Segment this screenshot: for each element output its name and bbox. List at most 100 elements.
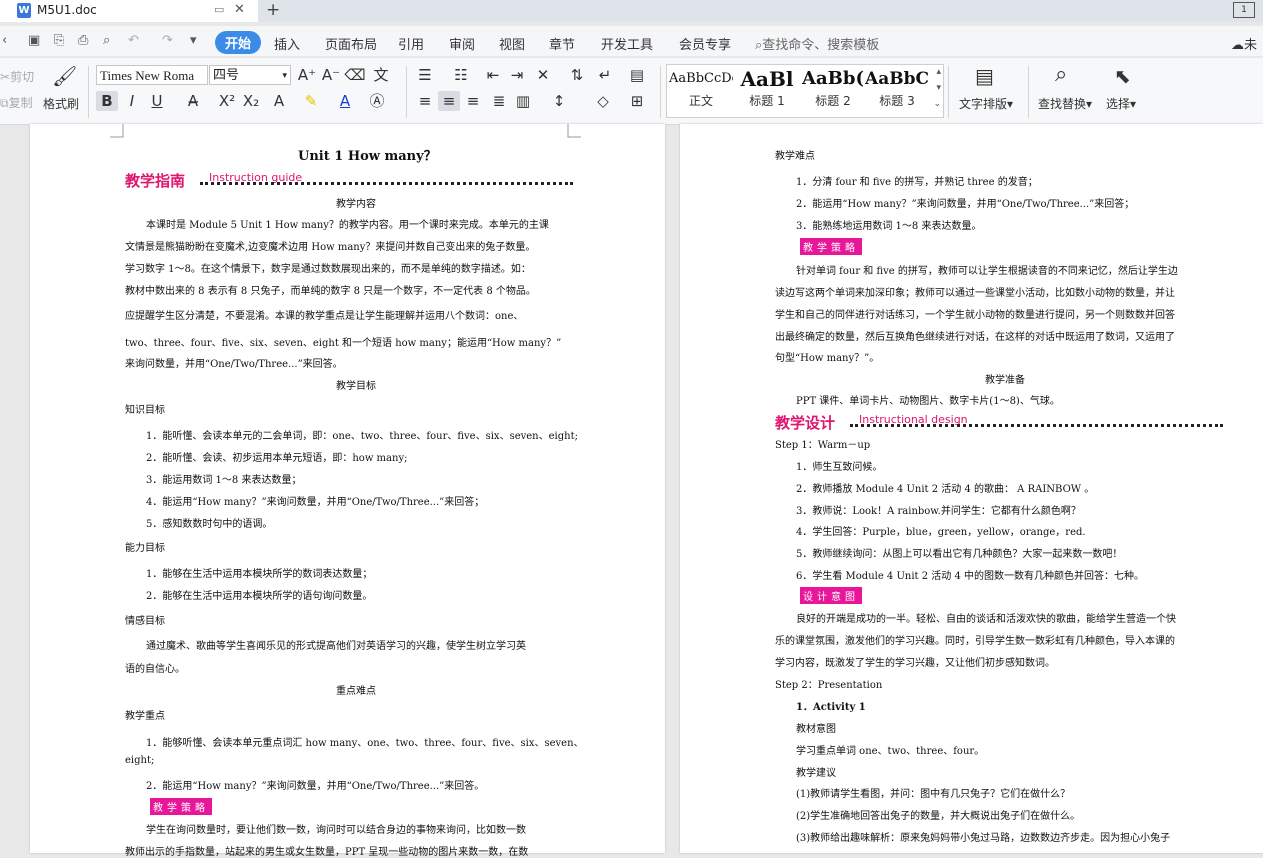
- undo-icon[interactable]: ↶: [128, 34, 142, 48]
- list-item: (3)教师给出趣味解析：原来兔妈妈带小兔过马路，边数数边齐步走。因为担心小兔子: [796, 833, 1171, 844]
- export-icon[interactable]: ⎘: [54, 34, 68, 48]
- quick-access-dropdown-icon[interactable]: ▾: [190, 34, 204, 48]
- format-painter-label[interactable]: 格式刷: [43, 95, 79, 112]
- paragraph-line: 学习内容，既激发了学生的学习兴趣，又让他们初步感知数词。: [775, 658, 1055, 669]
- align-left-icon[interactable]: ≡: [414, 91, 436, 111]
- list-item: 5．感知数数时句中的语调。: [146, 519, 273, 530]
- align-right-icon[interactable]: ≡: [462, 91, 484, 111]
- paragraph-line: 通过魔术、歌曲等学生喜闻乐见的形式提高他们对英语学习的兴趣，使学生树立学习英: [146, 641, 526, 652]
- magnifier-icon[interactable]: ⌕: [1055, 62, 1067, 87]
- copy-button[interactable]: ⧉复制: [0, 94, 33, 111]
- print-preview-icon[interactable]: ⌕: [103, 34, 117, 48]
- increase-indent-icon[interactable]: ⇥: [506, 65, 528, 85]
- word-doc-icon: W: [17, 3, 31, 18]
- list-item: 1．师生互致问候。: [796, 462, 883, 473]
- paragraph-line: PPT 课件、单词卡片、动物图片、数字卡片(1～8)、气球。: [796, 396, 1060, 407]
- bullet-list-icon[interactable]: ☰: [414, 65, 436, 85]
- char-border-icon[interactable]: Ⓐ: [366, 91, 388, 111]
- chinese-layout-icon[interactable]: ✕: [532, 65, 554, 85]
- paragraph-line: 出最终确定的数量，然后互换角色继续进行对话，在这样的对话中既运用了数词，又运用了: [775, 332, 1175, 343]
- style-scroll-up-icon[interactable]: ▴: [936, 67, 941, 77]
- list-item: 1．能够在生活中运用本模块所学的数词表达数量；: [146, 569, 373, 580]
- borders-icon[interactable]: ⊞: [626, 91, 648, 111]
- text-effect-icon[interactable]: A: [268, 91, 290, 111]
- style-more-icon[interactable]: ⌄: [933, 99, 941, 109]
- window-mode-icon[interactable]: 1: [1233, 2, 1255, 18]
- cut-label: 剪切: [10, 70, 35, 84]
- paragraph-line: 乐的课堂氛围，激发他们的学习兴趣。同时，引导学生数一数彩虹有几种颜色，导入本课的: [775, 636, 1175, 647]
- distributed-align-icon[interactable]: ▥: [512, 91, 534, 111]
- font-color-icon[interactable]: A: [334, 91, 356, 111]
- sort-icon[interactable]: ⇅: [566, 65, 588, 85]
- cloud-sync-status[interactable]: ☁未: [1231, 34, 1257, 53]
- document-page-right[interactable]: 教学难点 1．分清 four 和 five 的拼写，并熟记 three 的发音；…: [680, 124, 1263, 853]
- style-label: 正文: [688, 94, 713, 108]
- save-icon[interactable]: ▣: [28, 34, 42, 48]
- ruler-icon[interactable]: ▤: [626, 65, 648, 85]
- menu-member[interactable]: 会员专享: [679, 34, 731, 53]
- menu-chapter[interactable]: 章节: [549, 34, 575, 53]
- redo-icon[interactable]: ↷: [162, 34, 176, 48]
- superscript-icon[interactable]: X²: [216, 91, 238, 111]
- style-heading-2[interactable]: AaBb( 标题 2: [801, 68, 865, 109]
- document-tab[interactable]: W M5U1.doc ▭ ✕: [0, 0, 258, 22]
- align-center-icon[interactable]: ≡: [438, 91, 460, 111]
- menu-review[interactable]: 审阅: [449, 34, 475, 53]
- select-button[interactable]: 选择▾: [1106, 95, 1136, 112]
- grow-font-icon[interactable]: A⁺: [296, 65, 318, 85]
- style-label: 标题 1: [749, 94, 785, 108]
- print-icon[interactable]: ⎙: [78, 34, 92, 48]
- style-heading-1[interactable]: AaBl 标题 1: [735, 68, 799, 109]
- subscript-icon[interactable]: X₂: [240, 91, 262, 111]
- style-label: 标题 2: [815, 94, 851, 108]
- text-layout-icon[interactable]: ▤: [975, 64, 994, 88]
- shrink-font-icon[interactable]: A⁻: [320, 65, 342, 85]
- numbered-list-icon[interactable]: ☷: [450, 65, 472, 85]
- text-layout-button[interactable]: 文字排版▾: [959, 95, 1013, 112]
- strikethrough-icon[interactable]: A̶: [182, 91, 204, 111]
- clear-format-icon[interactable]: ⌫: [344, 65, 366, 85]
- highlight-icon[interactable]: ✎: [300, 91, 322, 111]
- dropdown-arrow-icon: ▾: [1130, 97, 1137, 111]
- subheading: 教学难点: [775, 151, 815, 162]
- menu-references[interactable]: 引用: [398, 34, 424, 53]
- dropdown-arrow-icon: ▾: [282, 71, 287, 81]
- list-item: 2．能运用“How many？”来询问数量，并用“One/Two/Three..…: [146, 781, 485, 792]
- list-item: 2．能够在生活中运用本模块所学的语句询问数量。: [146, 591, 373, 602]
- format-painter-icon[interactable]: 🖌: [52, 64, 77, 88]
- line-spacing-icon[interactable]: ↕: [548, 91, 570, 111]
- style-scroll-down-icon[interactable]: ▾: [936, 83, 941, 93]
- menu-home[interactable]: 开始: [215, 31, 262, 54]
- underline-icon[interactable]: U: [146, 91, 168, 111]
- cursor-arrow-icon[interactable]: ⬉: [1114, 64, 1131, 88]
- font-name-select[interactable]: Times New Roma: [96, 65, 208, 85]
- style-sample: AaBbCcDd: [669, 71, 733, 86]
- show-marks-icon[interactable]: ↵: [594, 65, 616, 85]
- close-icon[interactable]: ✕: [234, 2, 245, 17]
- style-heading-3[interactable]: AaBbC 标题 3: [865, 68, 929, 109]
- phonetic-guide-icon[interactable]: 文: [370, 65, 392, 85]
- font-size-select[interactable]: 四号 ▾: [209, 65, 291, 85]
- cut-button[interactable]: ✂剪切: [0, 68, 34, 85]
- shading-icon[interactable]: ◇: [592, 91, 614, 111]
- page-corner-mark: [567, 124, 581, 138]
- italic-icon[interactable]: I: [121, 91, 143, 111]
- document-page-left[interactable]: Unit 1 How many？ 教学指南 Instruction guide …: [30, 124, 665, 858]
- justify-icon[interactable]: ≣: [488, 91, 510, 111]
- command-search-label: 查找命令、搜索模板: [762, 38, 880, 53]
- new-tab-plus-icon[interactable]: +: [266, 0, 280, 20]
- find-replace-button[interactable]: 查找替换▾: [1038, 95, 1092, 112]
- decrease-indent-icon[interactable]: ⇤: [482, 65, 504, 85]
- menu-page-layout[interactable]: 页面布局: [325, 34, 377, 53]
- bold-icon[interactable]: B: [96, 91, 118, 111]
- chevron-icon[interactable]: ‹: [2, 34, 16, 48]
- menu-developer[interactable]: 开发工具: [601, 34, 653, 53]
- monitor-icon[interactable]: ▭: [214, 3, 224, 16]
- style-normal[interactable]: AaBbCcDd 正文: [669, 68, 733, 109]
- command-search[interactable]: ⌕查找命令、搜索模板: [755, 34, 879, 53]
- section-heading: 教学内容: [336, 199, 376, 210]
- menu-view[interactable]: 视图: [499, 34, 525, 53]
- menu-insert[interactable]: 插入: [274, 34, 300, 53]
- doc-title: Unit 1 How many？: [298, 149, 437, 164]
- paragraph-line: 学习数字 1～8。在这个情景下，数字是通过数数展现出来的，而不是单纯的数字描述。…: [125, 264, 531, 275]
